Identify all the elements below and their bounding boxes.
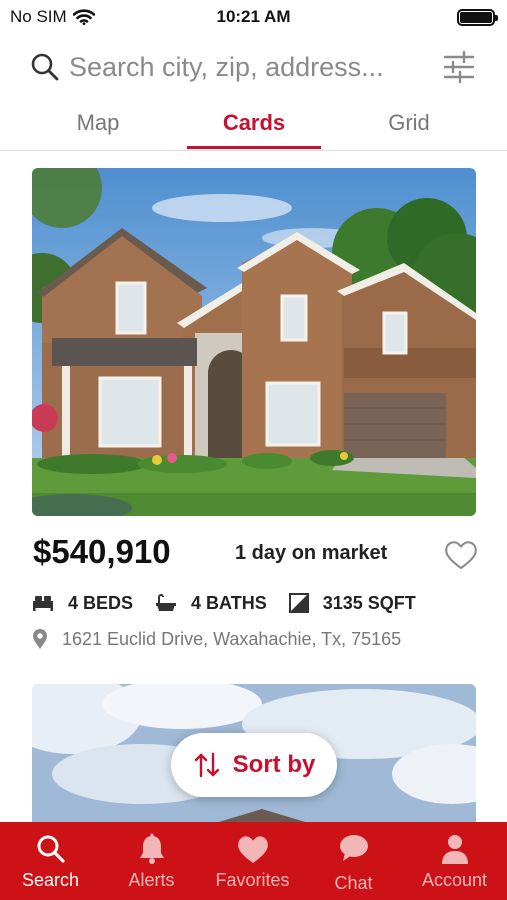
- bed-icon: [33, 596, 53, 611]
- person-icon: [441, 835, 468, 864]
- listing-specs: 4 BEDS 4 BATHS 3135 SQFT: [32, 590, 438, 616]
- search-icon: [31, 53, 59, 81]
- listing-photo[interactable]: [32, 168, 476, 516]
- beds-label: 4 BEDS: [68, 592, 134, 613]
- heart-outline-icon[interactable]: [444, 539, 478, 571]
- sort-arrows-icon: [194, 752, 219, 778]
- nav-alerts[interactable]: Alerts: [101, 822, 202, 900]
- view-tabs: Map Cards Grid: [0, 103, 507, 151]
- chat-bubble-icon: [339, 835, 368, 861]
- nav-chat-label: Chat: [334, 873, 373, 893]
- nav-favorites-label: Favorites: [215, 870, 290, 890]
- nav-search-label: Search: [21, 870, 80, 890]
- battery-icon: [457, 9, 498, 26]
- tab-cards[interactable]: Cards: [189, 110, 319, 136]
- sort-button[interactable]: Sort by: [171, 733, 337, 797]
- search-icon: [37, 835, 65, 863]
- baths-spec: 4 BATHS: [155, 593, 267, 614]
- nav-account-label: Account: [421, 870, 488, 890]
- status-bar: No SIM 10:21 AM: [0, 0, 507, 34]
- search-bar[interactable]: Search city, zip, address...: [0, 40, 507, 96]
- sqft-label: 3135 SQFT: [322, 592, 416, 613]
- sqft-icon: [288, 593, 309, 613]
- bath-icon: [156, 594, 177, 611]
- beds-spec: 4 BEDS: [32, 593, 133, 614]
- nav-account[interactable]: Account: [404, 822, 505, 900]
- listing-price: $540,910: [33, 533, 171, 570]
- house-image: [32, 168, 476, 516]
- address-text: 1621 Euclid Drive, Waxahachie, Tx, 75165: [62, 628, 402, 649]
- nav-chat[interactable]: Chat: [303, 822, 404, 900]
- search-input[interactable]: Search city, zip, address...: [69, 52, 384, 83]
- location-pin-icon: [33, 629, 47, 649]
- baths-label: 4 BATHS: [191, 592, 267, 613]
- nav-favorites[interactable]: Favorites: [202, 822, 303, 900]
- days-on-market: 1 day on market: [235, 542, 388, 564]
- nav-search[interactable]: Search: [0, 822, 101, 900]
- sort-label: Sort by: [232, 751, 316, 778]
- nav-alerts-label: Alerts: [128, 870, 175, 890]
- tab-map[interactable]: Map: [33, 110, 163, 136]
- active-tab-indicator: [187, 146, 321, 149]
- sliders-icon[interactable]: [442, 49, 476, 85]
- status-time: 10:21 AM: [216, 7, 291, 26]
- tab-grid[interactable]: Grid: [344, 110, 474, 136]
- heart-icon: [237, 836, 268, 863]
- listing-address: 1621 Euclid Drive, Waxahachie, Tx, 75165: [32, 628, 401, 650]
- bell-icon: [139, 833, 164, 864]
- bottom-nav: Search Alerts Favorites Chat Account: [0, 822, 507, 900]
- sqft-spec: 3135 SQFT: [288, 592, 416, 614]
